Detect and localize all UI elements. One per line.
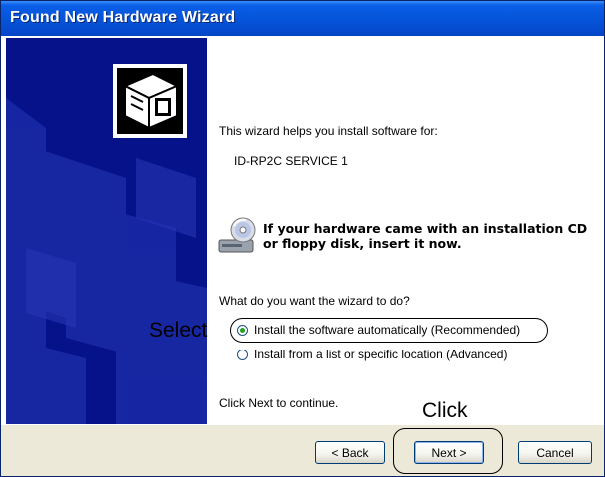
intro-text: This wizard helps you install software f… — [219, 124, 438, 138]
wizard-window: Found New Hardware Wizard This wizard he… — [0, 0, 605, 477]
cd-drive-icon — [216, 216, 256, 256]
select-callout-outline — [230, 318, 548, 343]
footer-instruction: Click Next to continue. — [219, 396, 339, 410]
question-text: What do you want the wizard to do? — [219, 294, 410, 308]
hardware-box-icon — [113, 64, 187, 138]
cd-notice: If your hardware came with an installati… — [263, 221, 587, 251]
cd-notice-line2: or floppy disk, insert it now. — [263, 236, 462, 251]
window-title: Found New Hardware Wizard — [10, 9, 236, 26]
select-callout-label: Select — [149, 319, 208, 342]
title-bar[interactable]: Found New Hardware Wizard — [1, 1, 604, 36]
cd-notice-line1: If your hardware came with an installati… — [263, 221, 588, 236]
click-callout-label: Click — [422, 399, 468, 422]
button-bar — [1, 424, 604, 476]
radio-button-unselected[interactable] — [237, 350, 248, 360]
device-name: ID-RP2C SERVICE 1 — [234, 154, 348, 168]
wizard-sidebar — [6, 38, 207, 424]
next-callout-outline — [393, 428, 503, 474]
cancel-button[interactable]: Cancel — [518, 441, 592, 464]
back-button[interactable]: < Back — [315, 441, 385, 464]
